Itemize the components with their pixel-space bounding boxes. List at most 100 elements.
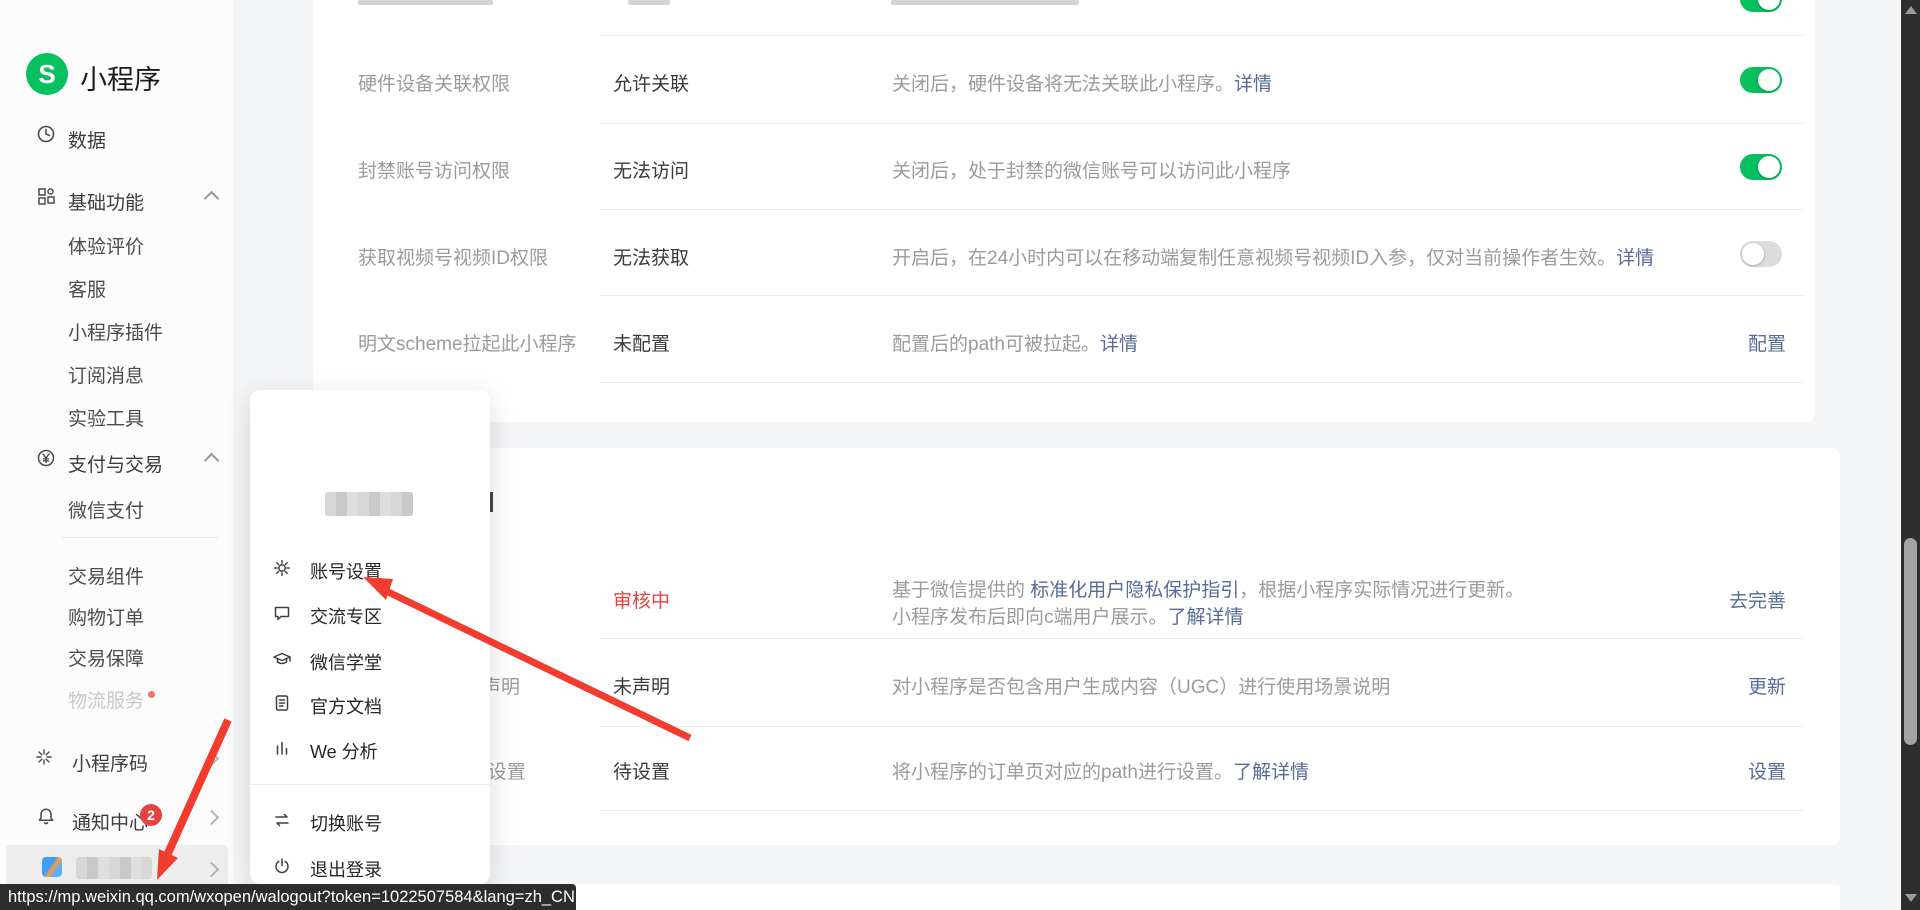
toggle-switch-clipped[interactable] <box>1740 0 1782 12</box>
chevron-right-icon <box>204 751 220 767</box>
sidebar-item-shopping-orders[interactable]: 购物订单 <box>68 603 144 630</box>
privacy-desc-line1: 基于微信提供的 标准化用户隐私保护指引，根据小程序实际情况进行更新。 <box>892 575 1524 602</box>
redacted-popup-name <box>325 492 413 516</box>
row-divider <box>600 123 1805 124</box>
privacy-status: 待设置 <box>613 757 670 784</box>
chat-bubble-icon <box>272 603 292 623</box>
document-icon <box>272 693 292 713</box>
sidebar-item-customer-service[interactable]: 客服 <box>68 275 106 302</box>
privacy-desc-line2: 小程序发布后即向c端用户展示。了解详情 <box>892 602 1244 629</box>
privacy-status: 审核中 <box>613 586 670 613</box>
toggle-switch[interactable] <box>1740 67 1782 93</box>
menu-item-official-docs[interactable]: 官方文档 <box>310 693 382 719</box>
privacy-guideline-link[interactable]: 标准化用户隐私保护指引 <box>1030 580 1239 601</box>
app-title: 小程序 <box>80 58 161 97</box>
feature-settings-card <box>313 0 1815 422</box>
toggle-switch[interactable] <box>1740 154 1782 180</box>
browser-status-bar: https://mp.weixin.qq.com/wxopen/walogout… <box>0 884 576 910</box>
setting-value: 允许关联 <box>613 69 689 96</box>
sidebar-item-notifications[interactable]: 通知中心 <box>72 808 148 835</box>
new-dot-badge <box>148 691 155 698</box>
setting-desc: 配置后的path可被拉起。详情 <box>892 329 1138 356</box>
clock-icon <box>36 124 56 144</box>
notification-count-badge: 2 <box>140 804 162 826</box>
row-divider <box>600 638 1805 639</box>
desc-text: 小程序发布后即向c端用户展示。 <box>892 607 1168 628</box>
setting-desc-text: 配置后的path可被拉起。 <box>892 334 1100 355</box>
privacy-desc: 将小程序的订单页对应的path进行设置。了解详情 <box>892 757 1309 784</box>
chevron-right-icon <box>204 810 220 826</box>
setting-label: 明文scheme拉起此小程序 <box>358 329 577 356</box>
row-divider <box>600 209 1805 210</box>
menu-item-account-settings[interactable]: 账号设置 <box>310 558 382 584</box>
redacted-account-name <box>76 857 152 879</box>
detail-link[interactable]: 详情 <box>1234 74 1272 95</box>
bar-chart-icon <box>272 738 292 758</box>
status-bar-url: https://mp.weixin.qq.com/wxopen/walogout… <box>8 888 575 907</box>
detail-link[interactable]: 详情 <box>1100 334 1138 355</box>
row-divider <box>600 295 1805 296</box>
sidebar-item-data[interactable]: 数据 <box>68 126 106 153</box>
sidebar-item-logistics[interactable]: 物流服务 <box>68 686 144 713</box>
setting-label: 获取视频号视频ID权限 <box>358 243 548 270</box>
detail-link[interactable]: 详情 <box>1616 248 1654 269</box>
sidebar-item-lab-tools[interactable]: 实验工具 <box>68 404 144 431</box>
clipped-row-fragment <box>628 0 670 5</box>
scroll-up-arrow-icon[interactable] <box>1905 6 1917 14</box>
chevron-up-icon[interactable] <box>204 191 220 207</box>
complete-button[interactable]: 去完善 <box>1700 586 1786 613</box>
clipped-row-fragment <box>358 0 493 5</box>
menu-item-switch-account[interactable]: 切换账号 <box>310 810 382 836</box>
mini-program-logo-icon: S <box>26 53 68 95</box>
set-button[interactable]: 设置 <box>1700 757 1786 784</box>
menu-item-we-analysis[interactable]: We 分析 <box>310 738 378 764</box>
row-divider <box>600 382 1805 383</box>
desc-text: 将小程序的订单页对应的path进行设置。 <box>892 762 1233 783</box>
desc-text: 基于微信提供的 <box>892 580 1030 601</box>
setting-desc-text: 开启后，在24小时内可以在移动端复制任意视频号视频ID入参，仅对当前操作者生效。 <box>892 248 1616 269</box>
row-divider <box>600 810 1805 811</box>
setting-label: 硬件设备关联权限 <box>358 69 510 96</box>
menu-item-wechat-class[interactable]: 微信学堂 <box>310 649 382 675</box>
row-divider <box>600 35 1805 36</box>
configure-button[interactable]: 配置 <box>1700 329 1786 356</box>
yen-icon <box>36 448 56 468</box>
privacy-status: 未声明 <box>613 672 670 699</box>
qrcode-sparkle-icon <box>34 747 54 767</box>
bell-icon <box>36 806 56 826</box>
learn-more-link[interactable]: 了解详情 <box>1233 762 1309 783</box>
sidebar: S 小程序 数据 基础功能 体验评价 客服 小程序插件 订阅消息 实验工具 支付… <box>0 0 233 910</box>
sidebar-group-payment[interactable]: 支付与交易 <box>68 450 163 477</box>
grid-icon <box>36 186 56 206</box>
setting-desc: 开启后，在24小时内可以在移动端复制任意视频号视频ID入参，仅对当前操作者生效。… <box>892 243 1654 270</box>
menu-item-community[interactable]: 交流专区 <box>310 603 382 629</box>
sidebar-item-qrcode[interactable]: 小程序码 <box>72 749 148 776</box>
privacy-settings-card <box>313 448 1840 845</box>
learn-more-link[interactable]: 了解详情 <box>1168 607 1244 628</box>
setting-desc-text: 关闭后，硬件设备将无法关联此小程序。 <box>892 74 1234 95</box>
popup-divider <box>250 784 490 785</box>
scrollbar-track[interactable] <box>1901 0 1920 910</box>
setting-value: 未配置 <box>613 329 670 356</box>
clipped-row-fragment <box>891 0 1079 5</box>
chevron-up-icon[interactable] <box>204 453 220 469</box>
sidebar-group-basic[interactable]: 基础功能 <box>68 188 144 215</box>
sidebar-item-trade-component[interactable]: 交易组件 <box>68 562 144 589</box>
toggle-switch[interactable] <box>1740 241 1782 267</box>
setting-label: 封禁账号访问权限 <box>358 156 510 183</box>
sidebar-item-subscribe-message[interactable]: 订阅消息 <box>68 361 144 388</box>
setting-desc: 关闭后，处于封禁的微信账号可以访问此小程序 <box>892 156 1291 183</box>
scrollbar-thumb[interactable] <box>1904 538 1917 745</box>
setting-value: 无法访问 <box>613 156 689 183</box>
privacy-desc: 对小程序是否包含用户生成内容（UGC）进行使用场景说明 <box>892 672 1390 699</box>
menu-item-logout[interactable]: 退出登录 <box>310 856 382 882</box>
update-button[interactable]: 更新 <box>1700 672 1786 699</box>
sidebar-item-plugins[interactable]: 小程序插件 <box>68 318 163 345</box>
scroll-down-arrow-icon[interactable] <box>1905 894 1917 902</box>
account-logo <box>42 857 62 877</box>
sidebar-item-experience-review[interactable]: 体验评价 <box>68 232 144 259</box>
sidebar-item-wechat-pay[interactable]: 微信支付 <box>68 496 144 523</box>
row-divider <box>600 726 1805 727</box>
switch-account-icon <box>272 810 292 830</box>
sidebar-item-trade-guarantee[interactable]: 交易保障 <box>68 644 144 671</box>
